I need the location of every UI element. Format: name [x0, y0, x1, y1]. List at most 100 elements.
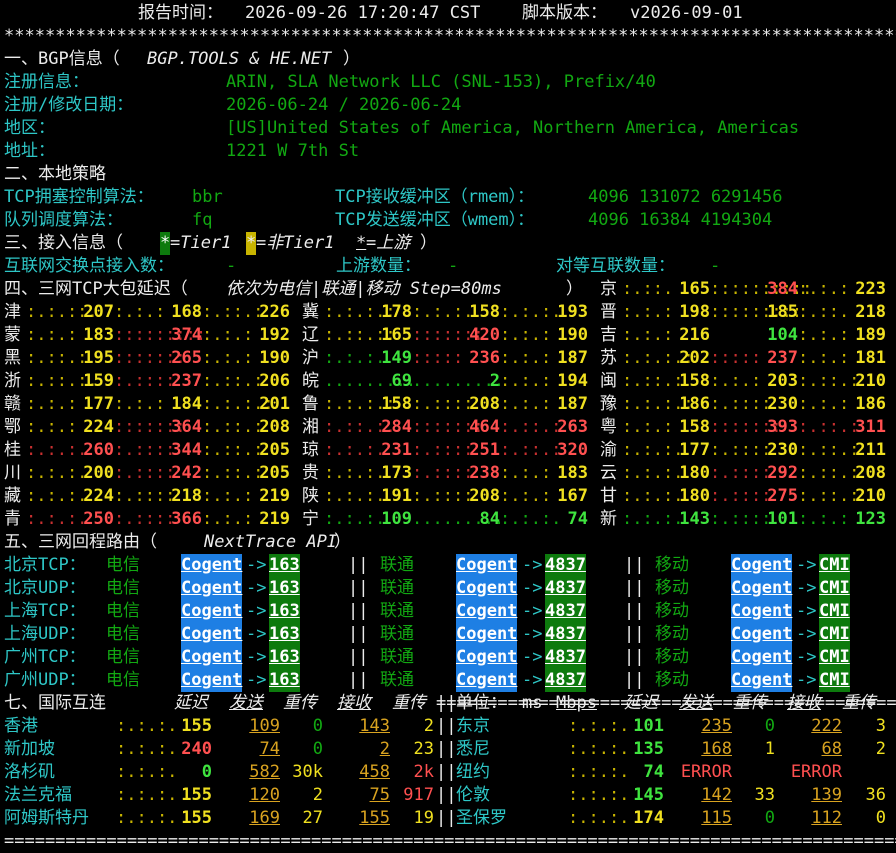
route-key: 广州TCP：	[4, 647, 86, 667]
latency-value: 236	[469, 348, 500, 368]
latency-row: 藏:.:.:. 224:.:::: 218:.:.: 219 陕:.:.:. 191:.:…	[0, 485, 896, 508]
latency-row: 浙:.::.:. 159:.:::: 237:.::.: 206 皖......... 6…	[0, 370, 896, 393]
latency-meter: :.:.:	[114, 302, 166, 322]
latency-value: 237	[767, 348, 798, 368]
asn-163: 163	[269, 577, 300, 600]
text: TCP拥塞控制算法：	[4, 187, 154, 207]
latency-value: 165	[679, 279, 710, 299]
asn-cmi: CMI	[819, 554, 850, 577]
bgp-row: 注册信息： ARIN, SLA Network LLC (SNL-153), Pr…	[0, 71, 896, 94]
isp-unicom: 联通	[380, 601, 414, 621]
text: 单位：	[456, 693, 507, 713]
send: 582	[249, 762, 280, 782]
latency-meter: :.:.:	[202, 486, 254, 506]
send: 235	[701, 716, 732, 736]
latency-meter: :.:.:.	[568, 739, 630, 759]
latency-value: 224	[83, 486, 114, 506]
delay: 0	[201, 762, 212, 782]
latency-value: 200	[83, 463, 114, 483]
text: ||	[348, 647, 369, 667]
latency-meter: :.:.:.	[568, 785, 630, 805]
latency-value: 104	[767, 325, 798, 345]
text: ||	[624, 670, 645, 690]
latency-value: 180	[679, 463, 710, 483]
latency-value: 198	[679, 302, 710, 322]
province: 青	[4, 509, 21, 529]
bgp-value: 2026-06-24 / 2026-06-24	[226, 95, 462, 115]
province: 浙	[4, 371, 21, 391]
text: =上游	[366, 233, 411, 253]
latency-value: 181	[855, 348, 886, 368]
latency-meter: :.:.:.	[324, 440, 386, 460]
route-row: 广州TCP： 电信 Cogent -> 163 || 联通 Cogent -> 4837 || 移动 C…	[0, 646, 896, 669]
retx2: 0	[875, 808, 886, 828]
text: 延迟	[174, 693, 208, 713]
intl-header: 七、国际互连 延迟 发送 重传 接收 重传 ========================…	[0, 692, 896, 715]
text: ||	[436, 808, 457, 828]
latency-value: 186	[855, 394, 886, 414]
text: ||	[436, 693, 457, 713]
latency-meter: :.:.:.	[500, 302, 562, 322]
retx2: 2	[423, 716, 434, 736]
section-title: 三、接入信息（	[4, 233, 123, 253]
text: ||	[624, 624, 645, 644]
latency-value: 242	[171, 463, 202, 483]
text: TCP发送缓冲区（wmem）：	[335, 210, 535, 230]
isp-unicom: 联通	[380, 555, 414, 575]
province: 鲁	[302, 394, 319, 414]
latency-value: 218	[855, 302, 886, 322]
access-title: 三、接入信息（ * =Tier1 * =非Tier1 * =上游）	[0, 232, 896, 255]
cogent-badge: Cogent	[181, 623, 243, 646]
province: 湘	[302, 417, 319, 437]
latency-value: 260	[83, 440, 114, 460]
province: 辽	[302, 325, 319, 345]
retx2: 2	[875, 739, 886, 759]
retx: 0	[312, 739, 323, 759]
text: 对等互联数量：	[556, 256, 675, 276]
latency-meter: :.:.:.	[26, 509, 88, 529]
latency-meter: :.:.:	[798, 325, 850, 345]
latency-value: 177	[679, 440, 710, 460]
latency-meter: :.:.:.	[568, 808, 630, 828]
isp-telecom: 电信	[106, 601, 140, 621]
province: 藏	[4, 486, 21, 506]
latency-meter: :.::::	[710, 394, 772, 414]
isp-unicom: 联通	[380, 578, 414, 598]
latency-meter: :.:.:	[500, 463, 552, 483]
latency-meter: :.:.:.	[116, 785, 178, 805]
latency-meter: :.:.:	[500, 394, 552, 414]
cogent-badge: Cogent	[731, 600, 793, 623]
route-row: 上海TCP： 电信 Cogent -> 163 || 联通 Cogent -> 4837 || 移动 C…	[0, 600, 896, 623]
bgp-key: 地址：	[4, 141, 55, 161]
text: fq	[192, 210, 213, 230]
latency-meter: :.:.:.	[116, 716, 178, 736]
text: -	[226, 256, 237, 276]
text: -	[448, 256, 459, 276]
province: 甘	[600, 486, 617, 506]
cogent-badge: Cogent	[181, 577, 243, 600]
latency-meter: :.:.:.	[412, 302, 474, 322]
text: ）	[566, 279, 583, 299]
text: 重传	[842, 693, 876, 713]
latency-meter: :.::.:	[202, 371, 264, 391]
asn-4837: 4837	[545, 669, 586, 692]
latency-value: 210	[855, 486, 886, 506]
delay: 101	[633, 716, 664, 736]
latency-value: 178	[381, 302, 412, 322]
upstream-marker: *	[356, 233, 367, 253]
text: ->	[246, 624, 267, 644]
retx: 30k	[292, 762, 323, 782]
latency-meter: :.:.:	[710, 371, 762, 391]
latency-value: 374	[171, 325, 202, 345]
latency-meter: :.::::	[710, 463, 772, 483]
asn-4837: 4837	[545, 646, 586, 669]
asn-cmi: CMI	[819, 577, 850, 600]
star-separator: ****************************************…	[0, 25, 896, 48]
latency-meter: :.::::	[114, 509, 176, 529]
cogent-badge: Cogent	[456, 669, 518, 692]
delay: 135	[633, 739, 664, 759]
latency-value: 168	[171, 302, 202, 322]
latency-meter: :.:.:.	[116, 762, 178, 782]
isp-telecom: 电信	[106, 578, 140, 598]
retx: 0	[764, 808, 775, 828]
